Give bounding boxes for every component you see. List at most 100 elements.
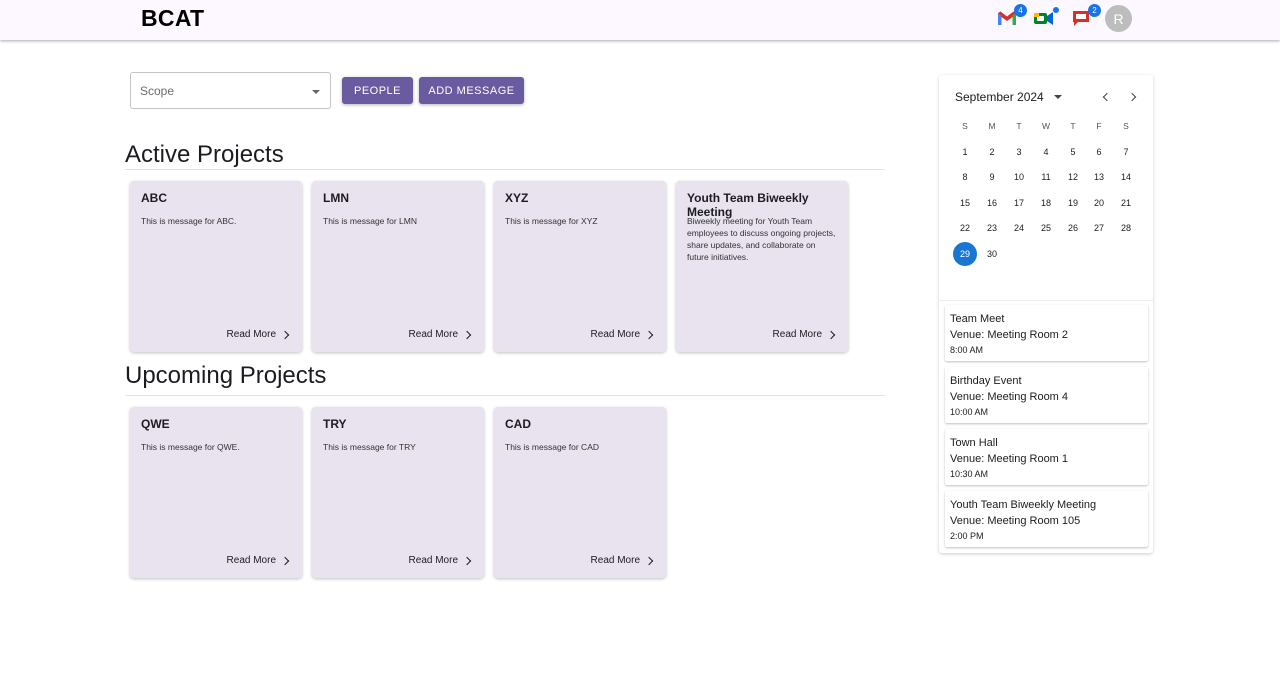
chevron-right-icon: [644, 330, 654, 339]
project-card[interactable]: QWE This is message for QWE. Read More: [130, 407, 302, 578]
chevron-left-icon[interactable]: [1102, 92, 1112, 102]
event-time: 10:30 AM: [950, 469, 989, 479]
event-card[interactable]: Youth Team Biweekly Meeting Venue: Meeti…: [945, 491, 1148, 547]
month-label: September 2024: [955, 90, 1044, 104]
app-title[interactable]: BCAT: [141, 5, 204, 32]
calendar-day[interactable]: 2: [980, 140, 1004, 164]
calendar-day[interactable]: 26: [1061, 216, 1085, 240]
read-more-link[interactable]: Read More: [226, 555, 290, 566]
project-card[interactable]: Youth Team Biweekly Meeting Biweekly mee…: [676, 181, 848, 352]
card-message: This is message for XYZ: [505, 216, 598, 226]
caret-down-icon: [1053, 95, 1062, 99]
calendar-day[interactable]: 16: [980, 191, 1004, 215]
dropdown-caret-icon: [312, 90, 320, 94]
event-name: Birthday Event: [950, 375, 1022, 387]
project-card[interactable]: XYZ This is message for XYZ Read More: [494, 181, 666, 352]
card-title: CAD: [505, 417, 531, 431]
chevron-right-icon[interactable]: [1127, 92, 1137, 102]
calendar-day[interactable]: 11: [1034, 165, 1058, 189]
add-message-button[interactable]: ADD MESSAGE: [419, 77, 524, 104]
chevron-right-icon: [644, 556, 654, 565]
card-title: QWE: [141, 417, 170, 431]
read-more-label: Read More: [590, 329, 640, 340]
card-title: TRY: [323, 417, 347, 431]
people-button[interactable]: PEOPLE: [342, 77, 413, 104]
calendar-day[interactable]: 20: [1087, 191, 1111, 215]
calendar-day-selected[interactable]: 29: [953, 242, 977, 266]
card-message: This is message for ABC.: [141, 216, 237, 226]
event-card[interactable]: Birthday Event Venue: Meeting Room 4 10:…: [945, 367, 1148, 423]
read-more-link[interactable]: Read More: [591, 555, 654, 566]
gmail-icon[interactable]: 4: [995, 4, 1027, 29]
calendar-day[interactable]: 15: [953, 191, 977, 215]
event-time: 2:00 PM: [950, 531, 984, 541]
weekday-label: W: [1041, 121, 1051, 131]
chat-icon[interactable]: 2: [1069, 4, 1101, 29]
meet-icon[interactable]: [1032, 7, 1059, 29]
card-message: This is message for CAD: [505, 442, 599, 452]
calendar-day[interactable]: 28: [1114, 216, 1138, 240]
event-time: 10:00 AM: [950, 407, 989, 417]
calendar-day[interactable]: 27: [1087, 216, 1111, 240]
calendar-day[interactable]: 10: [1007, 165, 1031, 189]
month-selector[interactable]: September 2024: [955, 90, 1062, 104]
meet-badge: [1053, 7, 1059, 13]
mail-badge: 4: [1014, 4, 1027, 17]
event-name: Team Meet: [950, 313, 1005, 325]
calendar-day[interactable]: 6: [1087, 140, 1111, 164]
calendar-day[interactable]: 13: [1087, 165, 1111, 189]
calendar-day[interactable]: 21: [1114, 191, 1138, 215]
read-more-link[interactable]: Read More: [226, 329, 290, 340]
calendar-day[interactable]: 4: [1034, 140, 1058, 164]
event-venue: Venue: Meeting Room 1: [950, 453, 1069, 465]
read-more-label: Read More: [772, 329, 822, 340]
calendar-day[interactable]: 25: [1034, 216, 1058, 240]
chevron-right-icon: [280, 556, 290, 565]
calendar-day[interactable]: 14: [1114, 165, 1138, 189]
read-more-label: Read More: [408, 329, 458, 340]
calendar-day[interactable]: 18: [1034, 191, 1058, 215]
calendar-day[interactable]: 1: [953, 140, 977, 164]
weekday-label: T: [1016, 121, 1022, 131]
chat-badge: 2: [1088, 4, 1101, 17]
event-card[interactable]: Team Meet Venue: Meeting Room 2 8:00 AM: [945, 305, 1148, 361]
calendar-day[interactable]: 9: [980, 165, 1004, 189]
calendar-day[interactable]: 5: [1061, 140, 1085, 164]
chevron-right-icon: [462, 556, 472, 565]
project-card[interactable]: LMN This is message for LMN Read More: [312, 181, 484, 352]
read-more-label: Read More: [408, 555, 458, 566]
read-more-link[interactable]: Read More: [408, 555, 472, 566]
event-name: Town Hall: [950, 437, 998, 449]
event-venue: Venue: Meeting Room 4: [950, 391, 1069, 403]
scope-select[interactable]: Scope: [130, 72, 331, 109]
calendar-day[interactable]: 3: [1007, 140, 1031, 164]
event-venue: Venue: Meeting Room 2: [950, 329, 1069, 341]
read-more-label: Read More: [226, 555, 276, 566]
read-more-link[interactable]: Read More: [408, 329, 472, 340]
calendar-day[interactable]: 7: [1114, 140, 1138, 164]
calendar-day[interactable]: 12: [1061, 165, 1085, 189]
card-message: Biweekly meeting for Youth Team employee…: [687, 216, 836, 262]
read-more-label: Read More: [226, 329, 276, 340]
event-time: 8:00 AM: [950, 345, 984, 355]
calendar-panel: September 2024 SMTWTFS 1 2 3 4 5 6 7 8 9 10 11 12 13…: [939, 75, 1153, 553]
calendar-day[interactable]: 19: [1061, 191, 1085, 215]
chevron-right-icon: [826, 330, 836, 339]
calendar-day[interactable]: 17: [1007, 191, 1031, 215]
calendar-day[interactable]: 8: [953, 165, 977, 189]
project-card[interactable]: TRY This is message for TRY Read More: [312, 407, 484, 578]
event-card[interactable]: Town Hall Venue: Meeting Room 1 10:30 AM: [945, 429, 1148, 485]
divider: [125, 395, 885, 396]
calendar-day[interactable]: 30: [980, 242, 1004, 266]
weekday-label: T: [1070, 121, 1076, 131]
calendar-day[interactable]: 22: [953, 216, 977, 240]
upcoming-projects-heading: Upcoming Projects: [125, 362, 327, 389]
calendar-day[interactable]: 24: [1007, 216, 1031, 240]
project-card[interactable]: CAD This is message for CAD Read More: [494, 407, 666, 578]
project-card[interactable]: ABC This is message for ABC. Read More: [130, 181, 302, 352]
read-more-link[interactable]: Read More: [590, 329, 654, 340]
read-more-link[interactable]: Read More: [772, 329, 836, 340]
user-avatar[interactable]: R: [1105, 5, 1132, 32]
calendar-day[interactable]: 23: [980, 216, 1004, 240]
weekday-label: S: [962, 121, 968, 131]
